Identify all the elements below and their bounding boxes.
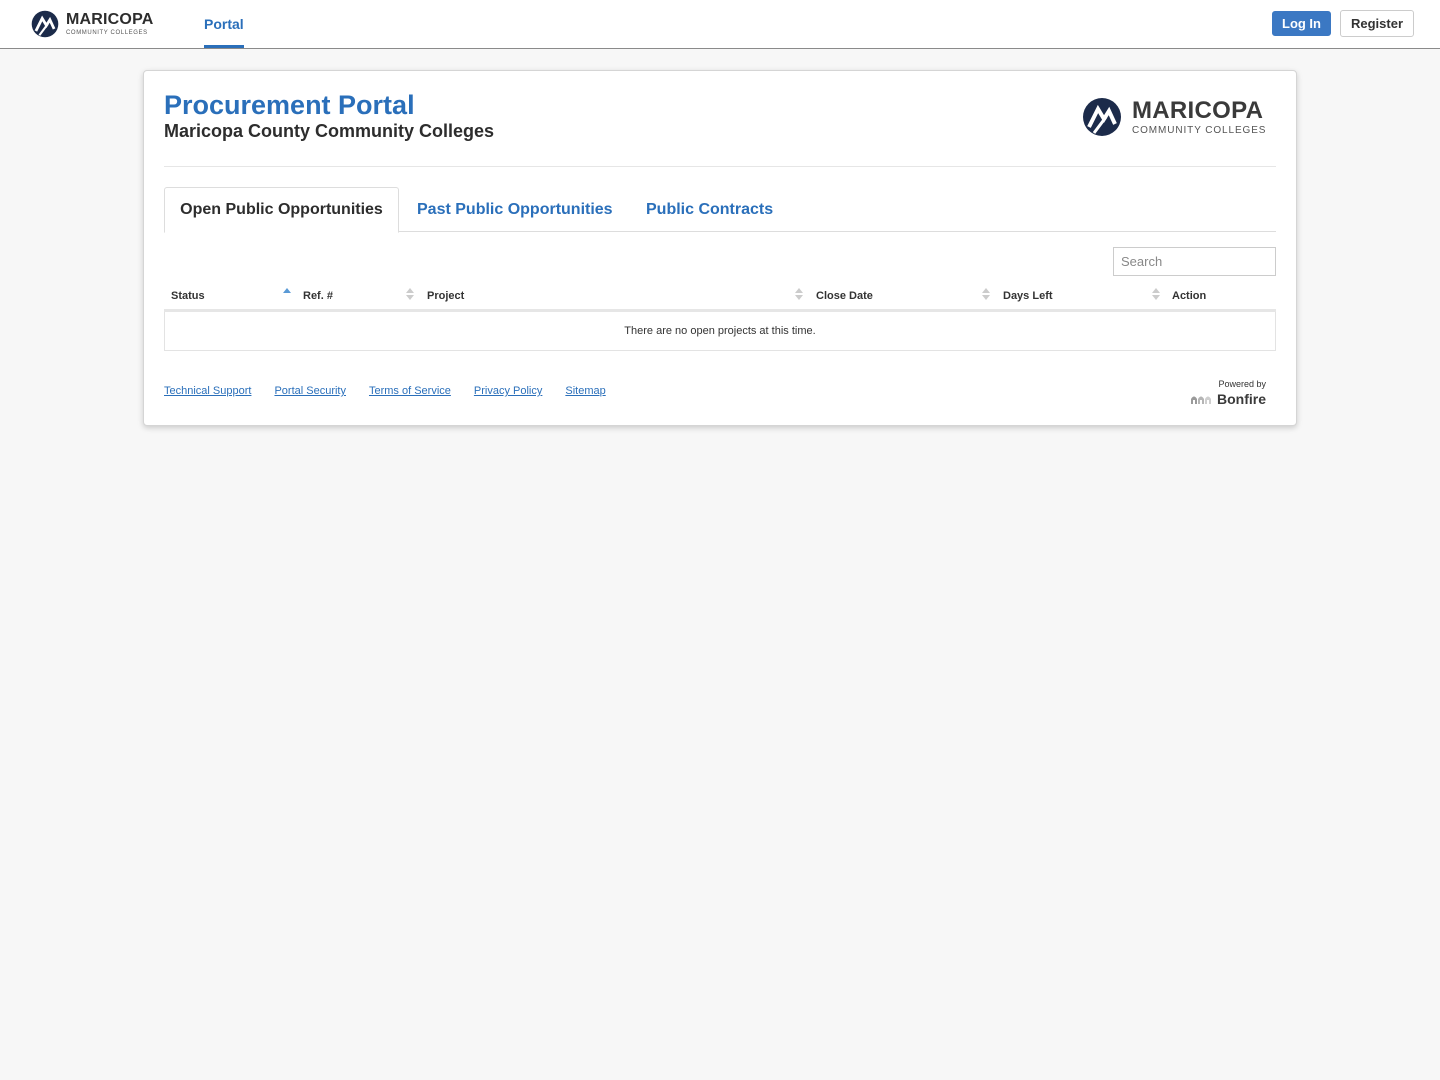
search-input[interactable] xyxy=(1113,247,1276,276)
empty-message: There are no open projects at this time. xyxy=(624,325,816,337)
header-divider xyxy=(164,166,1276,167)
card-logo-tagline: COMMUNITY COLLEGES xyxy=(1132,124,1267,136)
powered-by-label: Powered by xyxy=(1218,379,1266,389)
column-header-close-date[interactable]: Close Date xyxy=(816,283,873,309)
maricopa-nav-logo[interactable]: MARICOPA COMMUNITY COLLEGES xyxy=(31,8,154,40)
page-subtitle: Maricopa County Community Colleges xyxy=(164,121,495,141)
footer-link-technical-support[interactable]: Technical Support xyxy=(164,385,251,397)
nav-link-portal[interactable]: Portal xyxy=(204,0,244,48)
table-header: Status Ref. # Project Close Date Days Le… xyxy=(164,283,1276,312)
sort-icon[interactable] xyxy=(1152,288,1160,302)
maricopa-logo-icon xyxy=(31,10,59,38)
sort-icon[interactable] xyxy=(982,288,990,302)
footer-link-terms-of-service[interactable]: Terms of Service xyxy=(369,385,451,397)
sort-icon[interactable] xyxy=(406,288,414,302)
sort-ascending-icon[interactable] xyxy=(283,288,291,302)
column-header-action[interactable]: Action xyxy=(1172,283,1206,309)
maricopa-logo-icon xyxy=(1083,98,1121,136)
bonfire-logo-icon xyxy=(1191,396,1211,404)
tab-open-public-opportunities[interactable]: Open Public Opportunities xyxy=(164,187,399,233)
tab-public-contracts[interactable]: Public Contracts xyxy=(646,187,773,232)
footer-link-sitemap[interactable]: Sitemap xyxy=(565,385,605,397)
table-empty-row: There are no open projects at this time. xyxy=(164,312,1276,351)
maricopa-card-logo: MARICOPA COMMUNITY COLLEGES xyxy=(1082,97,1266,137)
nav-logo-tagline: COMMUNITY COLLEGES xyxy=(66,30,148,36)
sort-icon[interactable] xyxy=(795,288,803,302)
column-header-ref[interactable]: Ref. # xyxy=(303,283,333,309)
nav-logo-name: MARICOPA xyxy=(66,11,154,28)
tab-bar: Open Public Opportunities Past Public Op… xyxy=(164,187,1276,233)
portal-card: Procurement Portal Maricopa County Commu… xyxy=(143,70,1297,426)
column-header-status[interactable]: Status xyxy=(171,283,205,309)
footer-link-privacy-policy[interactable]: Privacy Policy xyxy=(474,385,542,397)
login-button[interactable]: Log In xyxy=(1272,11,1331,36)
footer-link-portal-security[interactable]: Portal Security xyxy=(274,385,346,397)
column-header-project[interactable]: Project xyxy=(427,283,464,309)
footer-links: Technical Support Portal Security Terms … xyxy=(164,385,629,397)
page-title: Procurement Portal xyxy=(164,90,415,120)
top-navbar: MARICOPA COMMUNITY COLLEGES Portal Log I… xyxy=(0,0,1440,49)
column-header-days-left[interactable]: Days Left xyxy=(1003,283,1053,309)
bonfire-brand: Bonfire xyxy=(1217,391,1266,407)
powered-by-bonfire[interactable]: Powered by Bonfire xyxy=(1190,380,1266,406)
tab-past-public-opportunities[interactable]: Past Public Opportunities xyxy=(417,187,613,232)
card-logo-name: MARICOPA xyxy=(1132,96,1264,124)
register-button[interactable]: Register xyxy=(1340,10,1414,37)
